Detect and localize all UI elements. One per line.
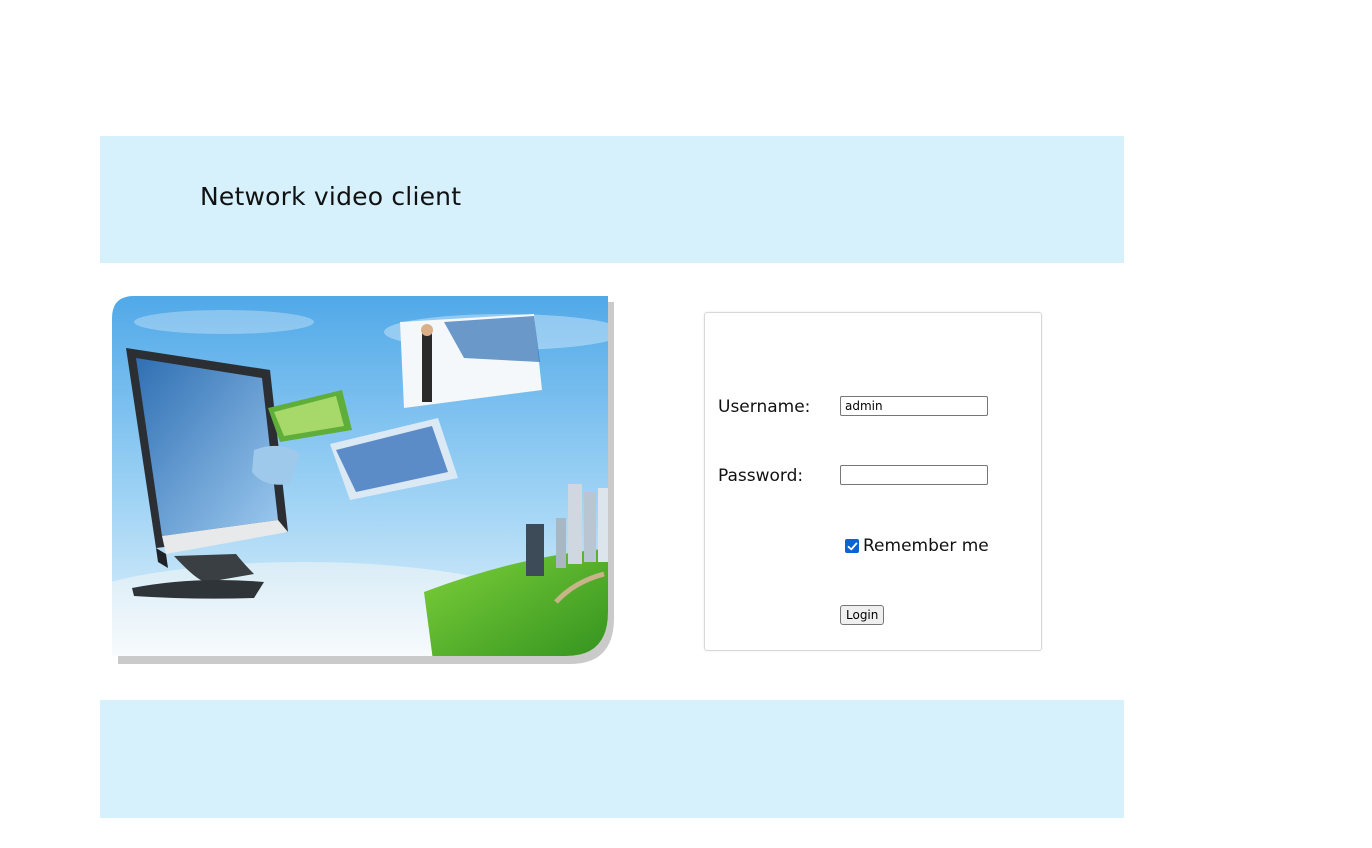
footer-banner bbox=[100, 700, 1124, 818]
password-input[interactable] bbox=[840, 465, 988, 485]
page-title: Network video client bbox=[200, 182, 462, 211]
remember-me-checkbox[interactable] bbox=[845, 539, 859, 553]
login-button[interactable]: Login bbox=[840, 605, 885, 625]
checkmark-icon bbox=[847, 542, 857, 550]
login-panel: Username: Password: Remember me Login bbox=[704, 312, 1042, 651]
header-banner: Network video client bbox=[100, 136, 1124, 263]
remember-me-row[interactable]: Remember me bbox=[845, 536, 989, 556]
username-label: Username: bbox=[718, 397, 811, 417]
login-page: Network video client Username: admin Pas… bbox=[0, 0, 1372, 848]
remember-me-label: Remember me bbox=[863, 536, 989, 556]
password-label: Password: bbox=[718, 466, 804, 486]
hero-illustration bbox=[112, 296, 614, 664]
username-input[interactable] bbox=[840, 396, 988, 416]
